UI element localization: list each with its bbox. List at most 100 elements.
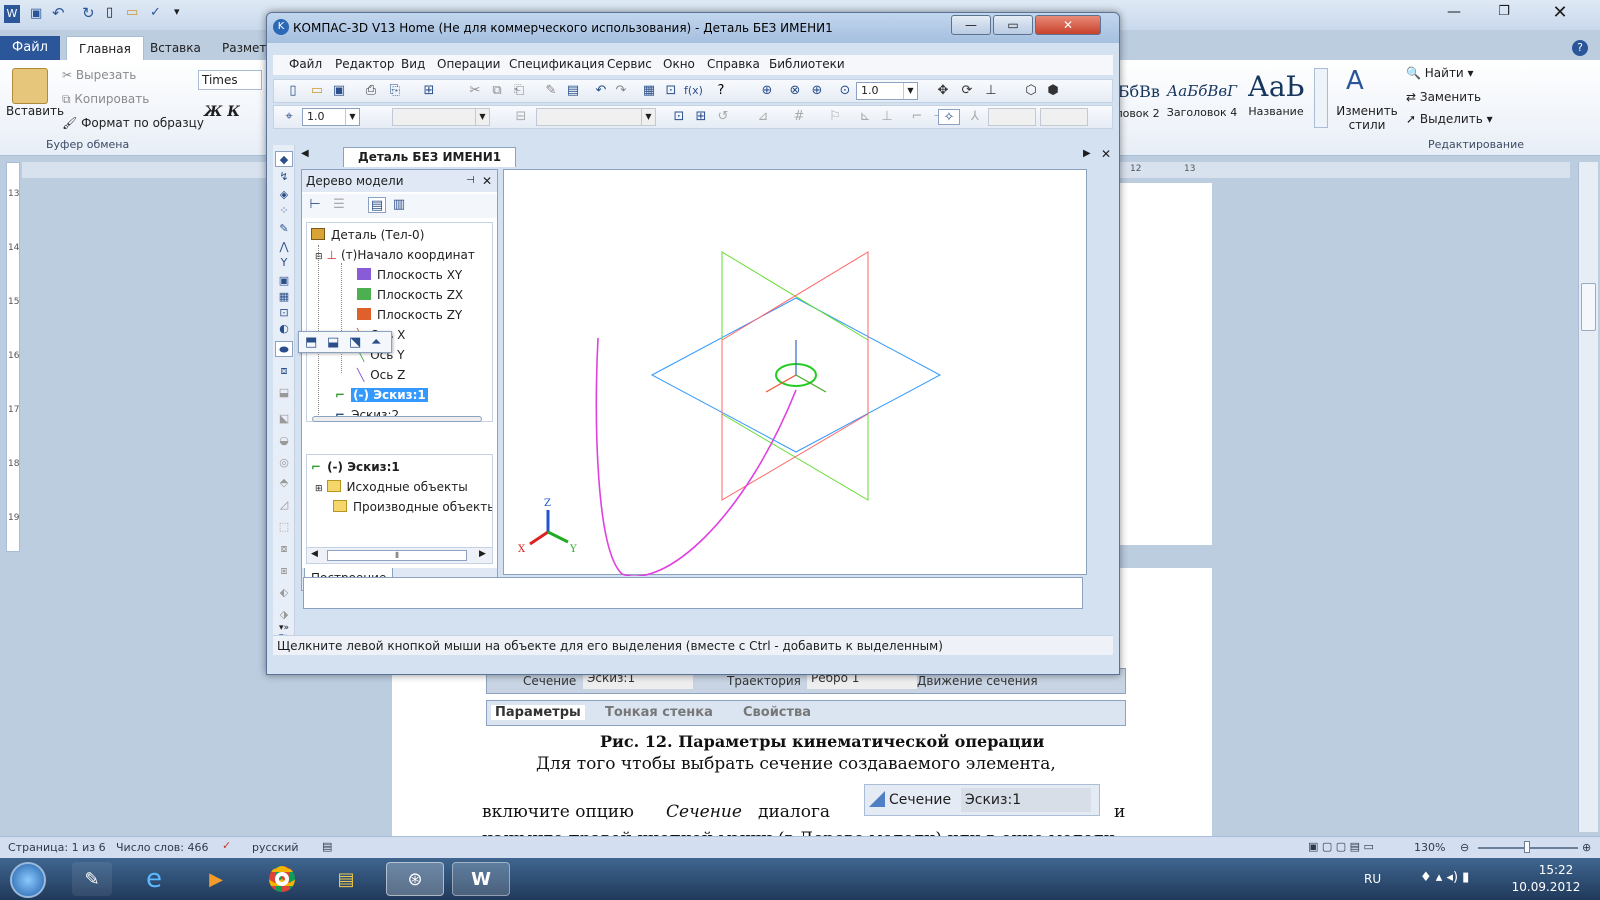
menu-editor[interactable]: Редактор (335, 57, 394, 71)
cut-extrude-icon[interactable]: ⧈ (275, 363, 293, 379)
dim2-icon[interactable]: ⊥ (878, 109, 896, 125)
wireframe-icon[interactable]: ⬢ (1044, 83, 1062, 99)
pinned-app-icon[interactable]: ✎ (72, 862, 112, 896)
find-button[interactable]: 🔍 Найти ▾ (1406, 66, 1474, 80)
new-doc-icon[interactable]: ▯ (106, 5, 113, 20)
trajectory-curve[interactable] (595, 337, 797, 577)
local-cs-icon[interactable]: ⊞ (692, 109, 710, 125)
font-name-combo[interactable]: Times New (198, 70, 262, 90)
clock-time[interactable]: 15:22 (1526, 863, 1586, 877)
detach-icon[interactable]: ↺ (714, 109, 732, 125)
y-coord-field[interactable] (1040, 108, 1088, 126)
tree-hscroll[interactable] (312, 416, 482, 422)
manager-icon[interactable]: ▦ (640, 83, 658, 99)
scrollbar-thumb[interactable] (1581, 283, 1596, 331)
panel-expand-icon[interactable]: ▾» (273, 623, 295, 635)
sketch-icon[interactable]: ⊟ (512, 109, 530, 125)
function-icon[interactable]: f(x) (684, 83, 703, 99)
explorer-icon[interactable]: ▤ (326, 862, 366, 896)
word-close-button[interactable]: ✕ (1540, 2, 1580, 23)
menu-view[interactable]: Вид (401, 57, 425, 71)
fillet-icon[interactable]: ⬓ (275, 385, 293, 401)
tab-scroll-right-icon[interactable]: ▶ (1083, 148, 1091, 159)
select-icon[interactable]: ⋀ (275, 239, 293, 255)
zoom-in-icon[interactable]: ⊕ (1582, 841, 1591, 854)
tab-part-document[interactable]: Деталь БЕЗ ИМЕНИ1 (343, 147, 517, 167)
page-count[interactable]: Страница: 1 из 6 (8, 841, 106, 854)
chrome-icon[interactable] (262, 862, 302, 896)
word-icon[interactable]: W (4, 5, 20, 23)
preview-icon[interactable]: ⎘ (386, 83, 404, 99)
relations-root[interactable]: ⌐ (-) Эскиз:1 (311, 459, 400, 475)
bold-italic-buttons[interactable]: Ж К (204, 104, 240, 120)
style-heading4[interactable]: АаБбВвГ Заголовок 4 (1164, 68, 1240, 134)
tree-node-axis-z[interactable]: ╲ Ось Z (357, 367, 405, 383)
params-icon[interactable]: ⁘ (275, 203, 293, 219)
style-title[interactable]: АаЬ Название (1242, 68, 1310, 134)
orientation-tool-icon[interactable]: ⊡ (670, 109, 688, 125)
change-styles-button[interactable]: Изменить стили (1336, 104, 1398, 132)
menu-service[interactable]: Сервис (607, 57, 652, 71)
zoom-all-icon[interactable]: ⊗ (786, 83, 804, 99)
spec-icon[interactable]: ▤ (564, 83, 582, 99)
tree-structure-icon[interactable]: ⊢ (306, 197, 324, 213)
paste-icon[interactable] (12, 68, 48, 104)
property-panel-area[interactable] (303, 577, 1083, 609)
chamfer-icon[interactable]: ⬕ (275, 411, 293, 427)
redo-icon[interactable]: ↻ (82, 4, 95, 22)
relations-derived[interactable]: Производные объекты (333, 499, 492, 515)
redo-icon[interactable]: ↷ (612, 83, 630, 99)
panel-close-icon[interactable]: ✕ (482, 170, 492, 192)
cut-button[interactable]: ✂ Вырезать (62, 68, 136, 82)
geometry-icon[interactable]: ◆ (275, 151, 293, 167)
undo-icon[interactable]: ↶ (52, 4, 65, 22)
menu-window[interactable]: Окно (663, 57, 695, 71)
loft-op-icon[interactable]: ⏶ (371, 335, 381, 350)
kompas-taskbar-icon[interactable]: ⊛ (386, 862, 444, 896)
snap-icon[interactable]: ⚐ (826, 109, 844, 125)
scale-icon[interactable]: ⊙ (836, 83, 854, 99)
scroll-right-icon[interactable]: ▶ (479, 549, 486, 559)
hole-icon[interactable]: ⬗ (275, 607, 293, 623)
edit-icon[interactable]: ◈ (275, 187, 293, 203)
layers-icon[interactable]: ⊞ (420, 83, 438, 99)
check-icon[interactable]: ✓ (150, 5, 161, 20)
shell-icon[interactable]: ◎ (275, 455, 293, 471)
zoom-combo[interactable]: 1.0 ▼ (856, 82, 918, 100)
word-restore-button[interactable]: ❐ (1484, 4, 1524, 24)
menu-help[interactable]: Справка (707, 57, 760, 71)
ortho-icon[interactable]: ⌐ (908, 109, 926, 125)
rotate-icon[interactable]: ⟳ (958, 83, 976, 99)
measure-icon[interactable]: ⊿ (754, 109, 772, 125)
media-player-icon[interactable]: ▶ (196, 862, 236, 896)
scroll-thumb[interactable]: ⦀ (327, 550, 467, 561)
customize-icon[interactable]: ▾ (174, 5, 180, 18)
x-coord-field[interactable] (988, 108, 1036, 126)
array-icon[interactable]: ⧇ (275, 541, 293, 557)
point-icon[interactable]: ⌖ (280, 109, 298, 125)
tree-node-origin[interactable]: ⊟ ⊥ (т)Начало координат (315, 247, 475, 265)
paste-button[interactable]: Вставить (6, 104, 64, 118)
measure-icon[interactable]: ✎ (275, 221, 293, 237)
tree-split-icon[interactable]: ▥ (390, 197, 408, 213)
save-icon[interactable]: ▣ (30, 6, 42, 21)
incline-icon[interactable]: ⬘ (275, 475, 293, 491)
model-tree[interactable]: Деталь (Тел-0) ⊟ ⊥ (т)Начало координат Пло… (306, 222, 493, 422)
ie-icon[interactable]: e (134, 862, 174, 896)
extrude-icon[interactable]: ⬬ (275, 341, 293, 357)
tab-close-icon[interactable]: ✕ (1101, 147, 1111, 161)
open-icon[interactable]: ▭ (126, 5, 138, 20)
dim-icon[interactable]: ⊾ (856, 109, 874, 125)
tree-node-part[interactable]: Деталь (Тел-0) (311, 227, 424, 243)
format-painter-button[interactable]: 🖌 Формат по образцу (62, 116, 204, 130)
thread-icon[interactable]: ⬖ (275, 585, 293, 601)
maximize-button[interactable]: ▭ (993, 15, 1033, 35)
relations-hscroll[interactable]: ◀ ⦀ ▶ (307, 547, 492, 563)
word-count[interactable]: Число слов: 466 (116, 841, 209, 854)
surface-icon[interactable]: ◐ (275, 321, 293, 337)
tree-order-icon[interactable]: ☰ (330, 197, 348, 213)
new-icon[interactable]: ▯ (284, 83, 302, 99)
pin-icon[interactable]: ⊣ (466, 170, 475, 192)
tree-node-plane-xy[interactable]: Плоскость XY (357, 267, 462, 283)
tab-insert[interactable]: Вставка (138, 36, 213, 60)
